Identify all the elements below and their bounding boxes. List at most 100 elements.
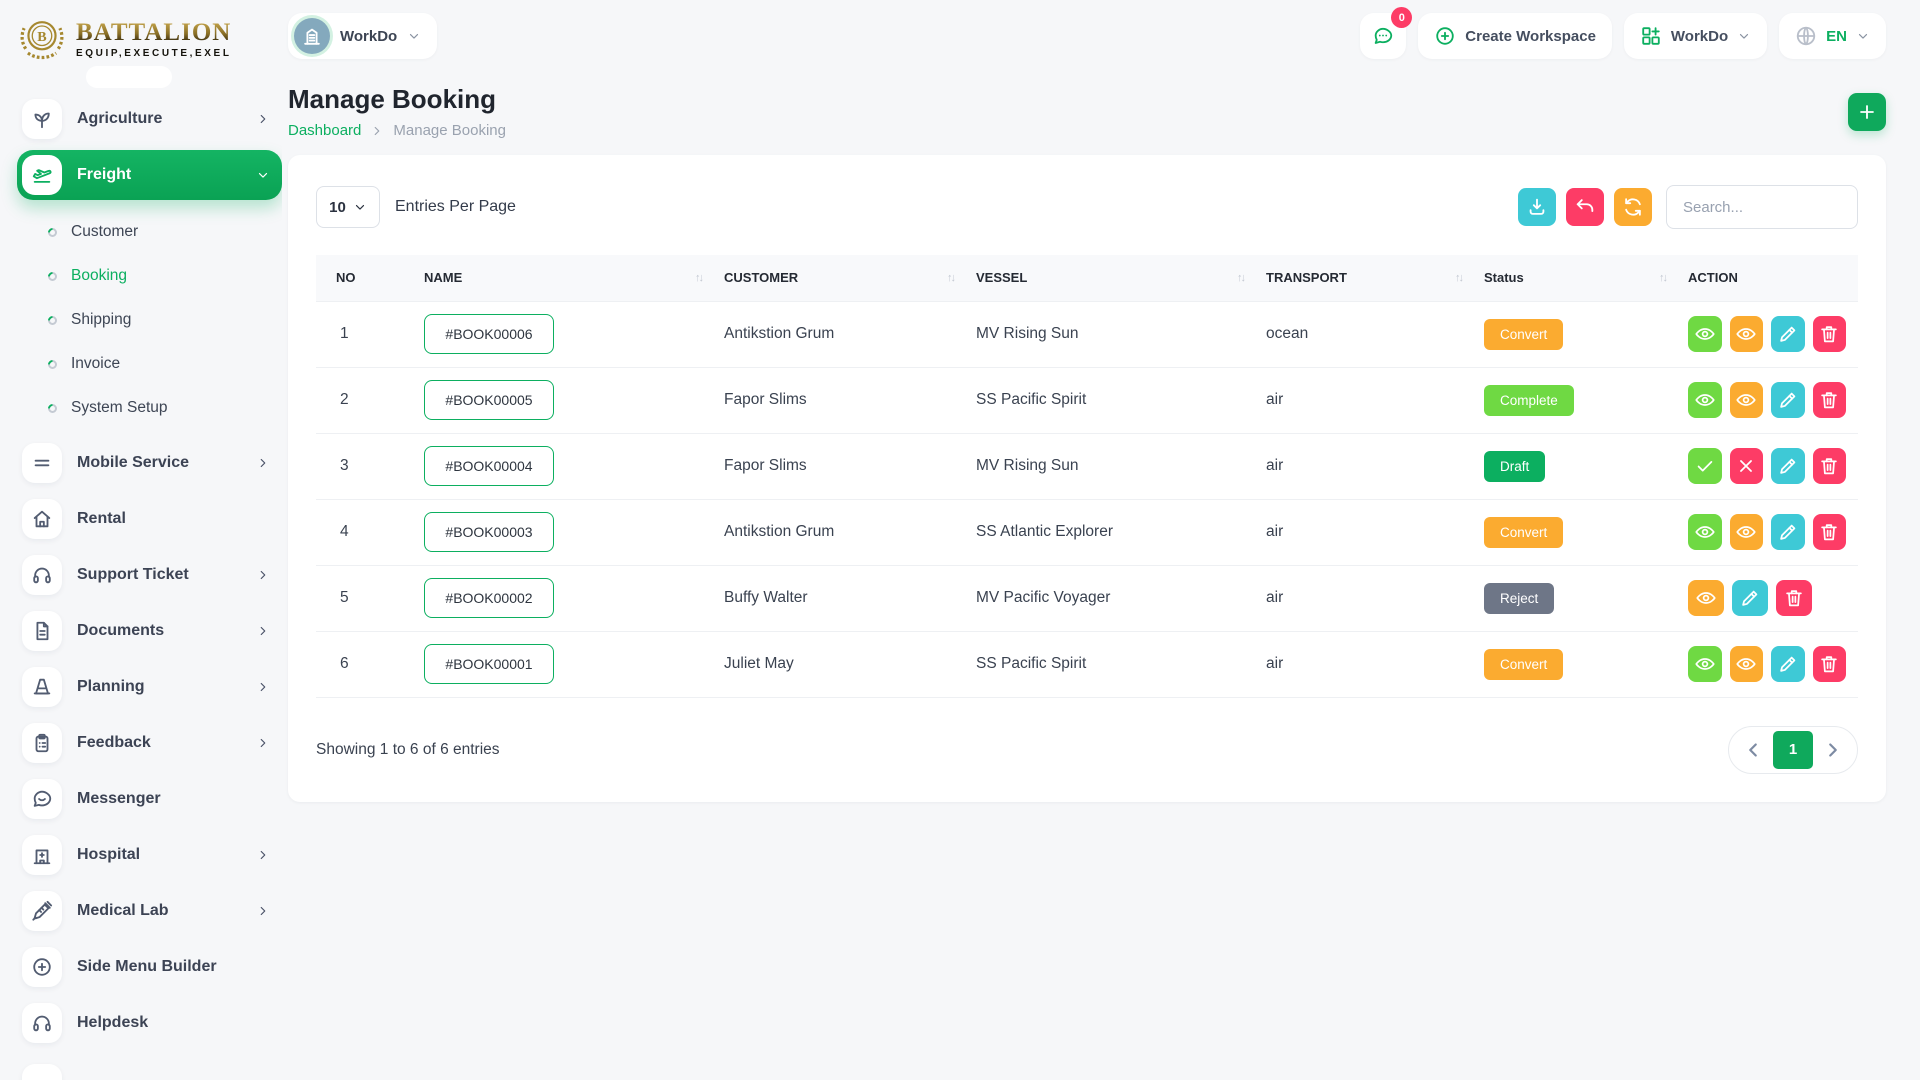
chevron-down-icon [1737, 29, 1751, 43]
approve-button[interactable] [1688, 448, 1722, 484]
pagination-prev-button[interactable] [1733, 731, 1773, 769]
preview-button[interactable] [1688, 580, 1724, 616]
pagination-next-button[interactable] [1813, 731, 1853, 769]
globe-icon [1795, 25, 1817, 47]
brand-emblem-icon: B [16, 13, 68, 65]
delete-button[interactable] [1813, 646, 1847, 682]
app-root: B BATTALION EQUIP,EXECUTE,EXEL Agricultu… [0, 0, 1920, 1080]
edit-button[interactable] [1771, 448, 1805, 484]
plus-circle-icon [1434, 25, 1456, 47]
chevron-right-icon [256, 904, 270, 918]
sidebar-subitem-shipping[interactable]: Shipping [17, 298, 282, 342]
delete-button[interactable] [1813, 448, 1847, 484]
sidebar-item-hospital[interactable]: Hospital [17, 830, 282, 880]
topbar: WorkDo 0 Create Workspace WorkDo [282, 0, 1920, 72]
entries-per-page-select[interactable]: 10 [316, 186, 380, 228]
sidebar-item-planning[interactable]: Planning [17, 662, 282, 712]
column-header-name[interactable]: NAME↑↓ [412, 255, 712, 301]
booking-number-pill[interactable]: #BOOK00002 [424, 578, 554, 618]
edit-button[interactable] [1771, 382, 1805, 418]
column-header-status[interactable]: Status↑↓ [1472, 255, 1676, 301]
view-button[interactable] [1688, 514, 1722, 550]
view-button[interactable] [1688, 646, 1722, 682]
breadcrumb-dashboard-link[interactable]: Dashboard [288, 122, 361, 139]
delete-button[interactable] [1813, 514, 1847, 550]
edit-button[interactable] [1771, 316, 1805, 352]
cell-transport: air [1254, 631, 1472, 697]
column-header-customer[interactable]: CUSTOMER↑↓ [712, 255, 964, 301]
workspace-selector[interactable]: WorkDo [288, 13, 437, 59]
view-button[interactable] [1688, 316, 1722, 352]
create-workspace-button[interactable]: Create Workspace [1418, 13, 1612, 59]
delete-button[interactable] [1813, 316, 1847, 352]
trash-icon [1818, 455, 1840, 477]
pagination: 1 [1728, 726, 1858, 774]
pagination-page-1-button[interactable]: 1 [1773, 731, 1813, 769]
workdo-menu-button[interactable]: WorkDo [1624, 13, 1767, 59]
menu-lines-icon [22, 443, 62, 483]
booking-number-pill[interactable]: #BOOK00001 [424, 644, 554, 684]
booking-number-pill[interactable]: #BOOK00005 [424, 380, 554, 420]
sidebar-item-freight[interactable]: Freight [17, 150, 282, 200]
column-header-vessel[interactable]: VESSEL↑↓ [964, 255, 1254, 301]
preview-button[interactable] [1730, 514, 1764, 550]
sidebar-item-rental[interactable]: Rental [17, 494, 282, 544]
messages-button[interactable]: 0 [1360, 13, 1406, 59]
column-header-transport[interactable]: TRANSPORT↑↓ [1254, 255, 1472, 301]
sidebar-subitem-booking[interactable]: Booking [17, 254, 282, 298]
table-row: 5#BOOK00002Buffy WalterMV Pacific Voyage… [316, 565, 1858, 631]
sidebar-item-medical-lab[interactable]: Medical Lab [17, 886, 282, 936]
sidebar-item-helpdesk[interactable]: Helpdesk [17, 998, 282, 1048]
edit-button[interactable] [1771, 646, 1805, 682]
undo-button[interactable] [1566, 188, 1604, 226]
preview-button[interactable] [1730, 316, 1764, 352]
preview-button[interactable] [1730, 382, 1764, 418]
home-icon [22, 499, 62, 539]
showing-entries-text: Showing 1 to 6 of 6 entries [316, 741, 500, 759]
sidebar-item-feedback[interactable]: Feedback [17, 718, 282, 768]
pencil-icon [1739, 587, 1761, 609]
chevron-right-icon [256, 112, 270, 126]
eye-icon [1694, 653, 1716, 675]
sidebar-menu: Agriculture Freight CustomerBookingShippin… [0, 78, 282, 1048]
sidebar-item-messenger[interactable]: Messenger [17, 774, 282, 824]
action-buttons [1688, 646, 1846, 682]
cell-customer: Fapor Slims [712, 433, 964, 499]
edit-button[interactable] [1771, 514, 1805, 550]
booking-number-pill[interactable]: #BOOK00004 [424, 446, 554, 486]
delete-button[interactable] [1776, 580, 1812, 616]
headset-icon [22, 1003, 62, 1043]
action-buttons [1688, 382, 1846, 418]
cell-vessel: SS Pacific Spirit [964, 631, 1254, 697]
cell-no: 2 [316, 367, 412, 433]
svg-text:B: B [37, 29, 46, 45]
preview-button[interactable] [1730, 646, 1764, 682]
cell-customer: Buffy Walter [712, 565, 964, 631]
reject-button[interactable] [1730, 448, 1764, 484]
refresh-button[interactable] [1614, 188, 1652, 226]
delete-button[interactable] [1813, 382, 1847, 418]
eye-icon [1735, 323, 1757, 345]
sidebar-subitem-customer[interactable]: Customer [17, 210, 282, 254]
eye-icon [1695, 587, 1717, 609]
booking-number-pill[interactable]: #BOOK00003 [424, 512, 554, 552]
table-toolbar [1518, 188, 1652, 226]
sidebar-subitem-system-setup[interactable]: System Setup [17, 386, 282, 430]
sidebar-item-agriculture[interactable]: Agriculture [17, 94, 282, 144]
plus-icon [1856, 101, 1878, 123]
sidebar-item-support-ticket[interactable]: Support Ticket [17, 550, 282, 600]
sidebar-item-documents[interactable]: Documents [17, 606, 282, 656]
breadcrumb: Dashboard Manage Booking [288, 122, 506, 139]
edit-button[interactable] [1732, 580, 1768, 616]
cell-transport: air [1254, 367, 1472, 433]
sidebar-item-mobile-service[interactable]: Mobile Service [17, 438, 282, 488]
add-booking-button[interactable] [1848, 93, 1886, 131]
language-selector[interactable]: EN [1779, 13, 1886, 59]
view-button[interactable] [1688, 382, 1722, 418]
sidebar-subitem-invoice[interactable]: Invoice [17, 342, 282, 386]
booking-number-pill[interactable]: #BOOK00006 [424, 314, 554, 354]
export-button[interactable] [1518, 188, 1556, 226]
sidebar-item-side-menu-builder[interactable]: Side Menu Builder [17, 942, 282, 992]
table-head-row: NONAME↑↓CUSTOMER↑↓VESSEL↑↓TRANSPORT↑↓Sta… [316, 255, 1858, 301]
search-input[interactable] [1666, 185, 1858, 229]
